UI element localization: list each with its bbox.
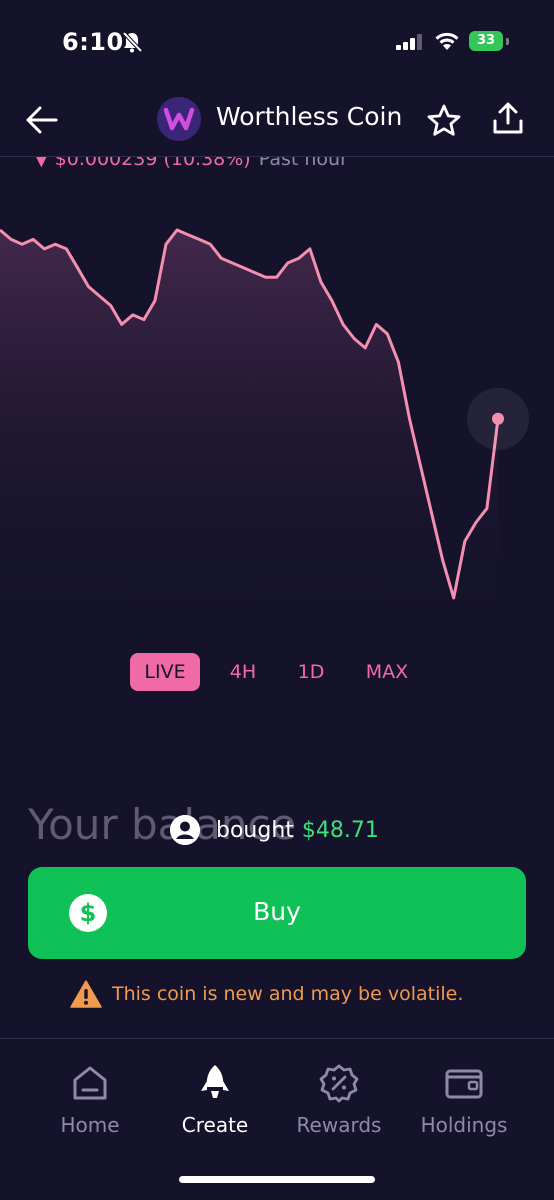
home-indicator	[179, 1176, 375, 1183]
nav-rewards-label: Rewards	[296, 1113, 382, 1137]
buy-button[interactable]: $ Buy	[28, 867, 526, 959]
nav-create-label: Create	[181, 1113, 249, 1137]
avatar-icon	[170, 815, 200, 845]
rocket-icon	[201, 1065, 229, 1098]
nav-home[interactable]: Home	[35, 1063, 145, 1137]
star-icon[interactable]	[426, 103, 462, 139]
status-bar: 6:10 33	[0, 0, 554, 80]
coin-name: Worthless Coin	[216, 102, 403, 131]
price-chart[interactable]	[0, 170, 554, 630]
warning-icon	[70, 980, 102, 1008]
status-time: 6:10	[62, 28, 124, 56]
back-arrow-icon[interactable]	[24, 102, 60, 138]
bought-amount: $48.71	[301, 817, 379, 843]
current-price-dot	[492, 412, 504, 425]
coin-header: Worthless Coin	[0, 88, 554, 157]
nav-create[interactable]: Create	[160, 1063, 270, 1137]
nav-home-label: Home	[60, 1113, 120, 1137]
range-tab-max[interactable]: MAX	[356, 653, 418, 691]
recent-purchase-toast: bought $48.71	[170, 813, 379, 847]
nav-rewards[interactable]: Rewards	[284, 1063, 394, 1137]
volatility-warning: This coin is new and may be volatile.	[70, 978, 463, 1010]
warning-text: This coin is new and may be volatile.	[112, 983, 464, 1005]
bell-off-icon	[122, 31, 142, 53]
time-range-selector: LIVE 4H 1D MAX	[0, 653, 554, 693]
nav-holdings[interactable]: Holdings	[409, 1063, 519, 1137]
buy-button-label: Buy	[253, 897, 301, 926]
nav-holdings-label: Holdings	[420, 1113, 508, 1137]
range-tab-1d[interactable]: 1D	[288, 653, 334, 691]
coin-logo	[157, 97, 201, 141]
bought-label: bought	[216, 817, 294, 843]
wallet-icon	[445, 1069, 483, 1099]
range-tab-live[interactable]: LIVE	[130, 653, 200, 691]
battery-charging-icon: 33	[469, 31, 509, 53]
signal-icon	[396, 34, 422, 50]
discount-badge-icon	[319, 1064, 359, 1103]
home-icon	[73, 1066, 107, 1100]
share-icon[interactable]	[490, 101, 526, 137]
chart-area-fill	[0, 230, 498, 630]
range-tab-4h[interactable]: 4H	[220, 653, 266, 691]
battery-level: 33	[469, 31, 503, 51]
wifi-icon	[435, 32, 459, 50]
